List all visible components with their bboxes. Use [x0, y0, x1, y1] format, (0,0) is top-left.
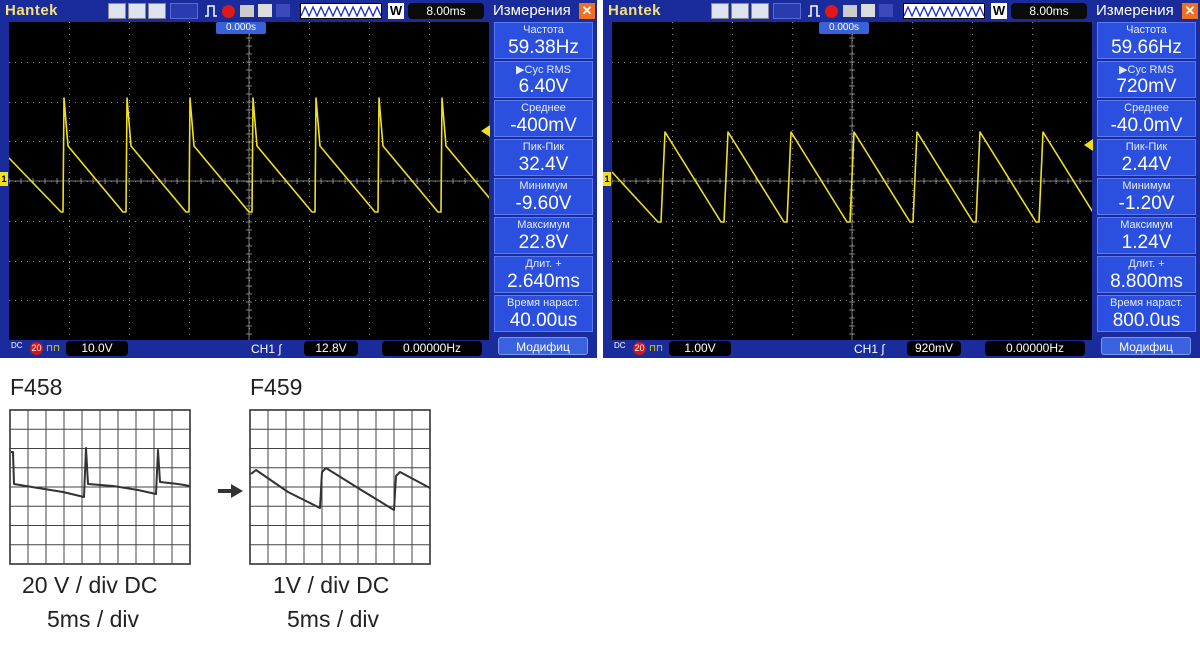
bandwidth-limit-badge[interactable]: 20: [633, 342, 646, 355]
coupling-indicator[interactable]: DC: [11, 342, 23, 350]
trigger-level[interactable]: 12.8V: [304, 341, 358, 356]
measurement-minimum[interactable]: Минимум -1.20V: [1097, 178, 1196, 215]
reference-title-f459: F459: [250, 374, 303, 400]
settings-icon[interactable]: [879, 4, 893, 17]
reference-waveform-f458: [9, 409, 191, 565]
measurement-cyc-rms[interactable]: ▶Cyc RMS 720mV: [1097, 61, 1196, 98]
top-toolbar: Hantek W 8.00ms: [603, 0, 1093, 22]
settings-icon[interactable]: [276, 4, 290, 17]
rising-edge-icon: ∫: [881, 342, 885, 356]
channel-1-marker[interactable]: 1: [0, 172, 8, 186]
brand-logo: Hantek: [608, 2, 662, 19]
panel-title: Измерения ✕: [490, 0, 597, 22]
modify-button[interactable]: Модифиц: [498, 337, 588, 355]
measurement-mean[interactable]: Среднее -40.0mV: [1097, 100, 1196, 137]
measurement-peak-peak[interactable]: Пик-Пик 32.4V: [494, 139, 593, 176]
rising-edge-icon: ∫: [278, 342, 282, 356]
probe-icon: ⊓⊓: [649, 343, 664, 353]
pulse-icon[interactable]: [204, 3, 218, 19]
cursor-icon[interactable]: [731, 3, 749, 19]
print-icon[interactable]: [861, 4, 875, 17]
reference-waveform-f459: [249, 409, 431, 565]
trigger-level-arrow[interactable]: [481, 125, 490, 137]
trigger-level-arrow[interactable]: [1084, 139, 1093, 151]
window-button[interactable]: W: [388, 3, 404, 19]
measurement-frequency[interactable]: Частота 59.66Hz: [1097, 22, 1196, 59]
window-button[interactable]: W: [991, 3, 1007, 19]
reference-scale-f459: 1V / div DC: [273, 572, 390, 598]
frequency-counter: 0.00000Hz: [985, 341, 1085, 356]
measurement-cyc-rms[interactable]: ▶Cyc RMS 6.40V: [494, 61, 593, 98]
save-icon[interactable]: [843, 5, 857, 17]
measurement-rise-time[interactable]: Время нараст. 800.0us: [1097, 295, 1196, 332]
timebase-display[interactable]: 8.00ms: [408, 3, 484, 19]
scope-screen: [9, 22, 489, 340]
measurement-panel: Измерения ✕ Частота 59.38Hz ▶Cyc RMS 6.4…: [490, 0, 597, 358]
measurement-maximum[interactable]: Максимум 1.24V: [1097, 217, 1196, 254]
waveform-overview[interactable]: [903, 3, 985, 19]
scope-screen: [612, 22, 1092, 340]
frequency-counter: 0.00000Hz: [382, 341, 482, 356]
measurement-pulse-width[interactable]: Длит. + 2.640ms: [494, 256, 593, 293]
channel-select-icon[interactable]: [170, 3, 198, 19]
reference-title-f458: F458: [10, 374, 63, 400]
timebase-display[interactable]: 8.00ms: [1011, 3, 1087, 19]
measurement-rise-time[interactable]: Время нараст. 40.00us: [494, 295, 593, 332]
top-toolbar: Hantek W 8.00ms: [0, 0, 490, 22]
measurement-maximum[interactable]: Максимум 22.8V: [494, 217, 593, 254]
math-icon[interactable]: [148, 3, 166, 19]
pulse-icon[interactable]: [807, 3, 821, 19]
reference-scale-f458: 20 V / div DC: [22, 572, 158, 598]
record-icon[interactable]: [825, 5, 838, 18]
measurement-mean[interactable]: Среднее -400mV: [494, 100, 593, 137]
cursor-icon[interactable]: [128, 3, 146, 19]
trigger-channel[interactable]: CH1 ∫: [251, 341, 282, 357]
waveform-mode-icon[interactable]: [108, 3, 126, 19]
measurement-minimum[interactable]: Минимум -9.60V: [494, 178, 593, 215]
bandwidth-limit-badge[interactable]: 20: [30, 342, 43, 355]
measurement-pulse-width[interactable]: Длит. + 8.800ms: [1097, 256, 1196, 293]
trigger-position-marker[interactable]: 0.000s: [216, 22, 266, 34]
measurement-peak-peak[interactable]: Пик-Пик 2.44V: [1097, 139, 1196, 176]
coupling-indicator[interactable]: DC: [614, 342, 626, 350]
probe-icon: ⊓⊓: [46, 343, 61, 353]
close-icon[interactable]: ✕: [1182, 3, 1198, 19]
trigger-channel[interactable]: CH1 ∫: [854, 341, 885, 357]
oscilloscope-window-2: Hantek W 8.00ms 0.000s 1 Измерения ✕ Час…: [603, 0, 1200, 358]
channel-select-icon[interactable]: [773, 3, 801, 19]
modify-button[interactable]: Модифиц: [1101, 337, 1191, 355]
reference-timebase-f458: 5ms / div: [47, 606, 140, 632]
waveform-overview[interactable]: [300, 3, 382, 19]
waveform-mode-icon[interactable]: [711, 3, 729, 19]
oscilloscope-window-1: Hantek W 8.00ms 0.000s 1 Измерения ✕ Час…: [0, 0, 597, 358]
volts-per-div[interactable]: 10.0V: [66, 341, 128, 356]
brand-logo: Hantek: [5, 2, 59, 19]
print-icon[interactable]: [258, 4, 272, 17]
math-icon[interactable]: [751, 3, 769, 19]
panel-title: Измерения ✕: [1093, 0, 1200, 22]
record-icon[interactable]: [222, 5, 235, 18]
channel-1-marker[interactable]: 1: [603, 172, 611, 186]
bottom-status-bar: DC 20 ⊓⊓ 10.0V CH1 ∫ 12.8V 0.00000Hz: [0, 340, 490, 358]
grid-and-trace: [9, 22, 489, 340]
volts-per-div[interactable]: 1.00V: [669, 341, 731, 356]
close-icon[interactable]: ✕: [579, 3, 595, 19]
bottom-status-bar: DC 20 ⊓⊓ 1.00V CH1 ∫ 920mV 0.00000Hz: [603, 340, 1093, 358]
grid-and-trace: [612, 22, 1092, 340]
measurement-panel: Измерения ✕ Частота 59.66Hz ▶Cyc RMS 720…: [1093, 0, 1200, 358]
arrow-right-icon: [218, 484, 243, 498]
reference-timebase-f459: 5ms / div: [287, 606, 380, 632]
measurement-frequency[interactable]: Частота 59.38Hz: [494, 22, 593, 59]
trigger-position-marker[interactable]: 0.000s: [819, 22, 869, 34]
trigger-level[interactable]: 920mV: [907, 341, 961, 356]
save-icon[interactable]: [240, 5, 254, 17]
